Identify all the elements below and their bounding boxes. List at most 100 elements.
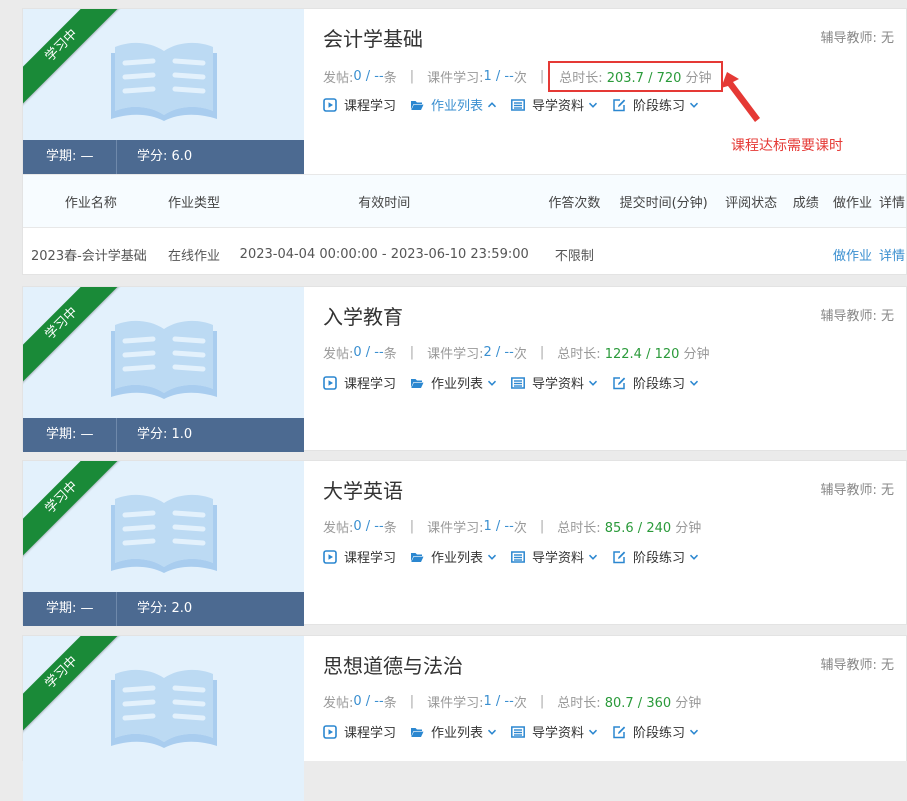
duration-value: 80.7 / 360 — [604, 696, 672, 711]
folder-icon — [410, 376, 424, 390]
course-thumbnail[interactable]: 学习中 学期: — 学分: 6.0 — [23, 9, 304, 174]
homework-valid-time: 2023-04-04 00:00:00 - 2023-06-10 23:59:0… — [239, 246, 529, 262]
posts-value: 0 / -- — [353, 345, 384, 360]
course-title[interactable]: 入学教育 — [323, 301, 403, 330]
duration-label: 总时长: — [557, 696, 605, 711]
course-title[interactable]: 大学英语 — [323, 475, 403, 504]
guide-materials-button[interactable]: 导学资料 — [511, 373, 598, 392]
homework-table-header: 作业名称 作业类型 有效时间 作答次数 提交时间(分钟) 评阅状态 成绩 做作业… — [23, 174, 906, 228]
stats-divider: | — [409, 694, 415, 709]
play-icon — [323, 98, 337, 112]
homework-list-button[interactable]: 作业列表 — [410, 547, 497, 566]
edit-icon — [612, 376, 626, 390]
course-actions: 课程学习 作业列表 导学资料 阶段练习 — [323, 547, 713, 566]
course-title[interactable]: 思想道德与法治 — [323, 650, 463, 679]
stage-practice-button[interactable]: 阶段练习 — [612, 547, 699, 566]
chevron-down-icon — [689, 727, 699, 737]
homework-list-label: 作业列表 — [431, 377, 484, 392]
do-homework-link[interactable]: 做作业 — [827, 228, 878, 281]
term-label: 学期: — — [23, 592, 117, 626]
col-header-score: 成绩 — [784, 174, 827, 228]
details-link[interactable]: 详情 — [878, 228, 906, 281]
course-card: 学习中 思想道德与法治 辅导教师: 无 发帖: 0 / -- 条 | 课件学习:… — [22, 635, 907, 801]
status-badge: 学习中 — [23, 461, 125, 561]
edit-icon — [612, 98, 626, 112]
col-header-submit-time: 提交时间(分钟) — [609, 174, 718, 228]
course-study-button[interactable]: 课程学习 — [323, 547, 396, 566]
stage-practice-label: 阶段练习 — [633, 99, 686, 114]
course-stats: 发帖: 0 / -- 条 | 课件学习: 1 / -- 次 | 总时长: 80.… — [323, 688, 710, 715]
chevron-up-icon — [487, 100, 497, 110]
list-icon — [511, 98, 525, 112]
posts-unit: 条 — [383, 347, 397, 362]
status-ribbon: 学习中 — [23, 9, 133, 119]
col-header-type: 作业类型 — [158, 174, 230, 228]
col-header-details: 详情 — [877, 174, 906, 228]
posts-label: 发帖: — [323, 71, 354, 86]
courseware-value: 1 / -- — [483, 519, 514, 534]
guide-materials-label: 导学资料 — [532, 551, 585, 566]
course-title[interactable]: 会计学基础 — [323, 23, 423, 52]
stage-practice-label: 阶段练习 — [633, 377, 686, 392]
stage-practice-label: 阶段练习 — [633, 726, 686, 741]
chevron-down-icon — [487, 378, 497, 388]
course-actions: 课程学习 作业列表 导学资料 阶段练习 — [323, 373, 713, 392]
duration-highlight-box: 总时长: 203.7 / 720 分钟 — [548, 61, 723, 92]
posts-unit: 条 — [383, 521, 397, 536]
courseware-value: 2 / -- — [483, 345, 514, 360]
courseware-label: 课件学习: — [427, 347, 484, 362]
list-icon — [511, 376, 525, 390]
homework-list-label: 作业列表 — [431, 551, 484, 566]
term-label: 学期: — — [23, 418, 117, 452]
stage-practice-button[interactable]: 阶段练习 — [612, 95, 699, 114]
course-study-label: 课程学习 — [344, 551, 397, 566]
stats-divider: | — [539, 519, 545, 534]
course-card: 学习中 学期: — 学分: 1.0 入学教育 辅导教师: 无 发帖: 0 / -… — [22, 286, 907, 452]
homework-list-button[interactable]: 作业列表 — [410, 722, 497, 741]
guide-materials-button[interactable]: 导学资料 — [511, 95, 598, 114]
duration-unit: 分钟 — [679, 347, 710, 362]
stage-practice-button[interactable]: 阶段练习 — [612, 722, 699, 741]
course-thumbnail[interactable]: 学习中 学期: — 学分: 1.0 — [23, 287, 304, 452]
credit-label: 学分: 1.0 — [137, 427, 193, 442]
col-header-do-homework: 做作业 — [826, 174, 878, 228]
course-actions: 课程学习 作业列表 导学资料 阶段练习 — [323, 722, 713, 741]
homework-list-button[interactable]: 作业列表 — [410, 95, 497, 114]
course-study-button[interactable]: 课程学习 — [323, 373, 396, 392]
homework-list-button[interactable]: 作业列表 — [410, 373, 497, 392]
guide-materials-button[interactable]: 导学资料 — [511, 722, 598, 741]
stats-divider: | — [539, 694, 545, 709]
duration-label: 总时长: — [557, 521, 605, 536]
course-thumbnail[interactable]: 学习中 学期: — 学分: 2.0 — [23, 461, 304, 626]
stage-practice-button[interactable]: 阶段练习 — [612, 373, 699, 392]
status-badge: 学习中 — [23, 636, 125, 736]
chevron-down-icon — [487, 727, 497, 737]
posts-label: 发帖: — [323, 521, 354, 536]
course-study-label: 课程学习 — [344, 99, 397, 114]
course-study-button[interactable]: 课程学习 — [323, 95, 396, 114]
duration-unit: 分钟 — [681, 71, 712, 86]
duration-value: 203.7 / 720 — [606, 71, 682, 86]
courseware-unit: 次 — [513, 347, 527, 362]
play-icon — [323, 550, 337, 564]
guide-materials-button[interactable]: 导学资料 — [511, 547, 598, 566]
chevron-down-icon — [689, 552, 699, 562]
play-icon — [323, 376, 337, 390]
homework-review-status — [718, 228, 785, 281]
edit-icon — [612, 550, 626, 564]
tutor-label: 辅导教师: 无 — [820, 31, 894, 46]
course-header: 学习中 思想道德与法治 辅导教师: 无 发帖: 0 / -- 条 | 课件学习:… — [23, 636, 906, 801]
course-meta-bar: 学期: — 学分: 2.0 — [23, 592, 304, 626]
course-thumbnail[interactable]: 学习中 — [23, 636, 304, 801]
tutor-label: 辅导教师: 无 — [820, 658, 894, 673]
chevron-down-icon — [487, 552, 497, 562]
course-study-button[interactable]: 课程学习 — [323, 722, 396, 741]
duration-box: 总时长: 85.6 / 240 分钟 — [548, 513, 710, 540]
status-ribbon: 学习中 — [23, 287, 133, 397]
posts-unit: 条 — [383, 71, 397, 86]
course-stats: 发帖: 0 / -- 条 | 课件学习: 2 / -- 次 | 总时长: 122… — [323, 339, 719, 366]
chevron-down-icon — [588, 100, 598, 110]
stage-practice-label: 阶段练习 — [633, 551, 686, 566]
posts-value: 0 / -- — [353, 69, 384, 84]
list-icon — [511, 725, 525, 739]
